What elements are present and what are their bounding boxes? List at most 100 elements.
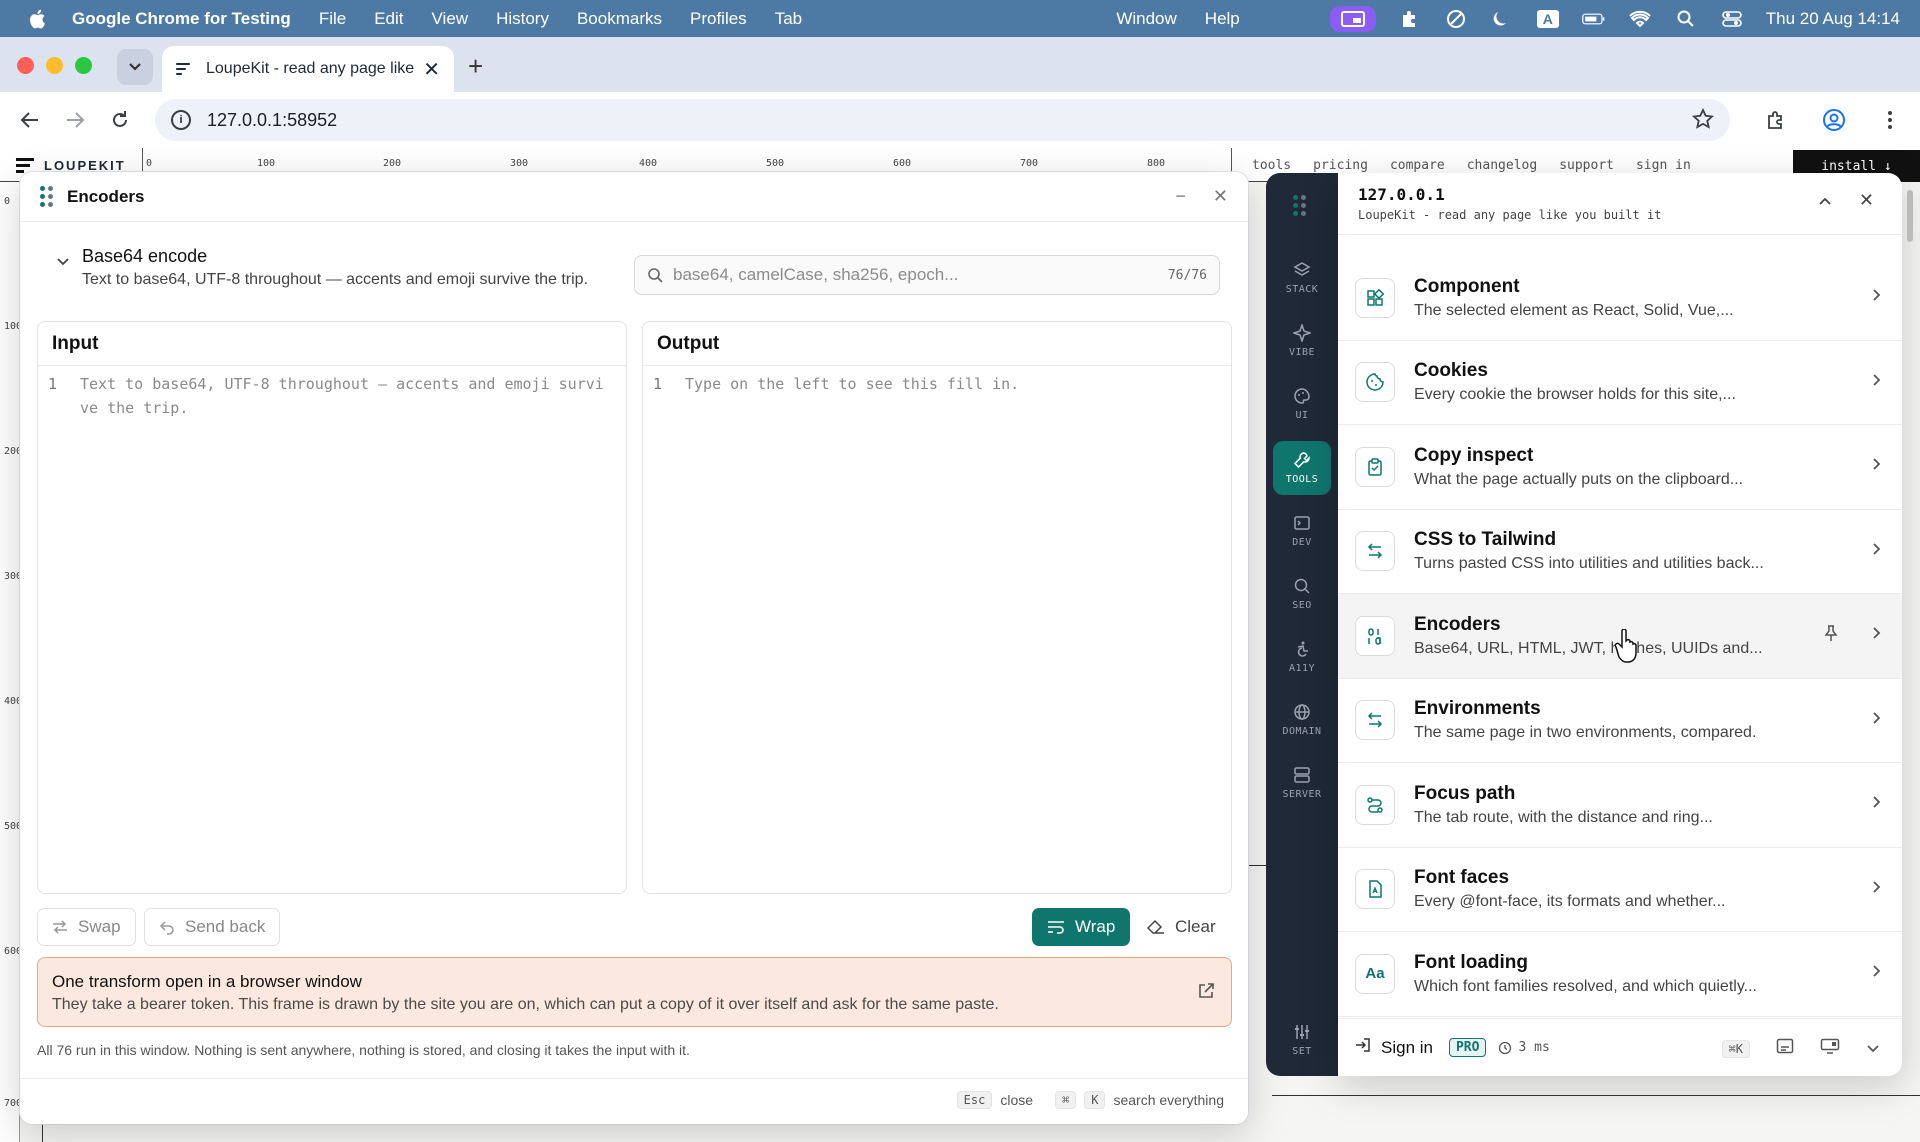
menu-profiles[interactable]: Profiles xyxy=(690,9,747,29)
app-name[interactable]: Google Chrome for Testing xyxy=(72,9,291,29)
page-scrollbar-thumb[interactable] xyxy=(1907,190,1913,242)
profile-avatar-icon[interactable] xyxy=(1820,106,1848,134)
vruler-tick: 0 xyxy=(4,196,11,207)
nav-link-support[interactable]: support xyxy=(1559,158,1614,173)
nav-link-sign-in[interactable]: sign in xyxy=(1636,158,1691,173)
sidebar-item-dev[interactable]: DEV xyxy=(1273,504,1331,558)
control-center-icon[interactable] xyxy=(1720,9,1744,29)
command-k-button[interactable]: ⌘K xyxy=(1721,1039,1750,1058)
sidebar-item-ui[interactable]: UI xyxy=(1273,377,1331,431)
site-info-icon[interactable]: i xyxy=(171,110,191,130)
nav-link-compare[interactable]: compare xyxy=(1390,158,1445,173)
tool-item-environments[interactable]: Environments The same page in two environ… xyxy=(1338,679,1902,763)
chevron-down-icon[interactable] xyxy=(1866,1039,1880,1059)
back-arrow-icon[interactable] xyxy=(16,106,44,134)
sidebar-item-tools[interactable]: TOOLS xyxy=(1273,441,1331,495)
bookmark-star-icon[interactable] xyxy=(1691,107,1715,135)
window-zoom-button[interactable] xyxy=(75,57,92,74)
tool-item-font-faces[interactable]: Font faces Every @font-face, its formats … xyxy=(1338,848,1902,932)
clear-button[interactable]: Clear xyxy=(1132,908,1231,946)
layout-icon[interactable] xyxy=(1776,1038,1794,1059)
sidebar-item-settings[interactable]: SET xyxy=(1273,1013,1331,1067)
tool-name: Cookies xyxy=(1414,360,1488,382)
window-minimize-button[interactable] xyxy=(46,57,63,74)
site-logo[interactable]: LOUPEKIT xyxy=(16,158,126,173)
menu-history[interactable]: History xyxy=(496,9,549,29)
font-file-icon xyxy=(1355,869,1395,910)
wrap-button[interactable]: Wrap xyxy=(1032,908,1131,946)
tool-item-copy-inspect[interactable]: Copy inspect What the page actually puts … xyxy=(1338,425,1902,510)
tool-item-component[interactable]: Component The selected element as React, … xyxy=(1338,256,1902,341)
nav-link-tools[interactable]: tools xyxy=(1252,158,1291,173)
sidebar-item-domain[interactable]: DOMAIN xyxy=(1273,693,1331,747)
menu-edit[interactable]: Edit xyxy=(374,9,403,29)
input-pane[interactable]: Input 1 Text to base64, UTF-8 throughout… xyxy=(37,321,627,894)
transform-selector[interactable]: Base64 encode Text to base64, UTF-8 thro… xyxy=(56,246,588,289)
menu-window[interactable]: Window xyxy=(1116,9,1176,29)
output-editor[interactable]: 1 Type on the left to see this fill in. xyxy=(643,366,1231,402)
output-pane[interactable]: Output 1 Type on the left to see this fi… xyxy=(642,321,1232,894)
menu-help[interactable]: Help xyxy=(1205,9,1240,29)
sidebar-item-seo[interactable]: SEO xyxy=(1273,567,1331,621)
menu-view[interactable]: View xyxy=(432,9,469,29)
menubar-clock[interactable]: Thu 20 Aug 14:14 xyxy=(1766,9,1900,29)
sparkle-icon xyxy=(1293,324,1311,342)
tool-item-cookies[interactable]: Cookies Every cookie the browser holds fo… xyxy=(1338,341,1902,425)
sign-in-link[interactable]: Sign in xyxy=(1381,1038,1433,1058)
sidebar-item-stack[interactable]: STACK xyxy=(1273,251,1331,305)
send-back-button[interactable]: Send back xyxy=(144,908,281,946)
do-not-disturb-icon[interactable] xyxy=(1444,9,1468,29)
minimize-icon[interactable]: − xyxy=(1175,186,1186,207)
sidebar-item-label: SERVER xyxy=(1282,789,1322,800)
spotlight-search-icon[interactable] xyxy=(1674,9,1698,29)
nav-link-pricing[interactable]: pricing xyxy=(1313,158,1368,173)
tool-item-css-to-tailwind[interactable]: CSS to Tailwind Turns pasted CSS into uti… xyxy=(1338,510,1902,594)
close-icon[interactable]: ✕ xyxy=(1213,186,1228,207)
keyboard-hints: Esc close ⌘ K search everything xyxy=(956,1091,1224,1109)
reload-icon[interactable] xyxy=(106,106,134,134)
input-editor[interactable]: 1 Text to base64, UTF-8 throughout — acc… xyxy=(38,366,626,426)
puzzle-extension-icon[interactable] xyxy=(1398,9,1422,29)
close-icon[interactable]: ✕ xyxy=(1859,190,1874,211)
transform-search-input[interactable]: base64, camelCase, sha256, epoch... 76/7… xyxy=(634,255,1220,295)
tool-item-focus-path[interactable]: Focus path The tab route, with the distan… xyxy=(1338,763,1902,848)
menu-file[interactable]: File xyxy=(319,9,346,29)
address-bar[interactable]: i 127.0.0.1:58952 xyxy=(155,99,1730,141)
new-tab-plus-icon[interactable]: + xyxy=(468,51,483,82)
input-source-icon[interactable]: A xyxy=(1536,9,1560,29)
pin-icon[interactable] xyxy=(1824,624,1838,647)
battery-icon[interactable] xyxy=(1581,9,1606,29)
wifi-icon[interactable] xyxy=(1628,9,1652,29)
swap-button[interactable]: Swap xyxy=(37,908,136,946)
screen-share-icon[interactable] xyxy=(1329,5,1376,32)
menu-tab[interactable]: Tab xyxy=(775,9,802,29)
nav-link-changelog[interactable]: changelog xyxy=(1467,158,1537,173)
sidebar-item-label: DEV xyxy=(1292,537,1312,548)
tool-name: Font faces xyxy=(1414,867,1510,889)
ruler-tick: 400 xyxy=(639,158,658,169)
extensions-puzzle-icon[interactable] xyxy=(1762,106,1790,134)
chrome-menu-icon[interactable] xyxy=(1876,106,1904,134)
tab-search-chevron-icon[interactable] xyxy=(117,49,153,85)
chevron-up-icon[interactable] xyxy=(1818,193,1832,211)
external-link-icon[interactable] xyxy=(1197,982,1215,1005)
sidebar-item-vibe[interactable]: VIBE xyxy=(1273,314,1331,368)
sidebar-item-server[interactable]: SERVER xyxy=(1273,756,1331,810)
tool-name: Focus path xyxy=(1414,782,1516,804)
tool-name: Component xyxy=(1414,275,1520,297)
tool-item-font-loading[interactable]: Aa Font loading Which font families resol… xyxy=(1338,932,1902,1017)
sidebar-item-a11y[interactable]: A11Y xyxy=(1273,630,1331,684)
tab-close-icon[interactable]: ✕ xyxy=(423,57,440,82)
wrap-lines-icon xyxy=(1048,921,1064,934)
loupekit-logo-icon[interactable] xyxy=(1293,195,1306,216)
tool-name: CSS to Tailwind xyxy=(1414,529,1557,551)
forward-arrow-icon[interactable] xyxy=(61,106,89,134)
browser-tab-active[interactable]: LoupeKit - read any page like you built … xyxy=(162,46,454,92)
address-url[interactable]: 127.0.0.1:58952 xyxy=(207,110,337,131)
sign-in-icon[interactable] xyxy=(1355,1037,1371,1058)
dock-screen-icon[interactable] xyxy=(1820,1038,1840,1059)
menu-bookmarks[interactable]: Bookmarks xyxy=(577,9,662,29)
apple-logo-icon[interactable] xyxy=(26,9,48,29)
moon-icon[interactable] xyxy=(1490,9,1514,29)
window-close-button[interactable] xyxy=(17,57,34,74)
